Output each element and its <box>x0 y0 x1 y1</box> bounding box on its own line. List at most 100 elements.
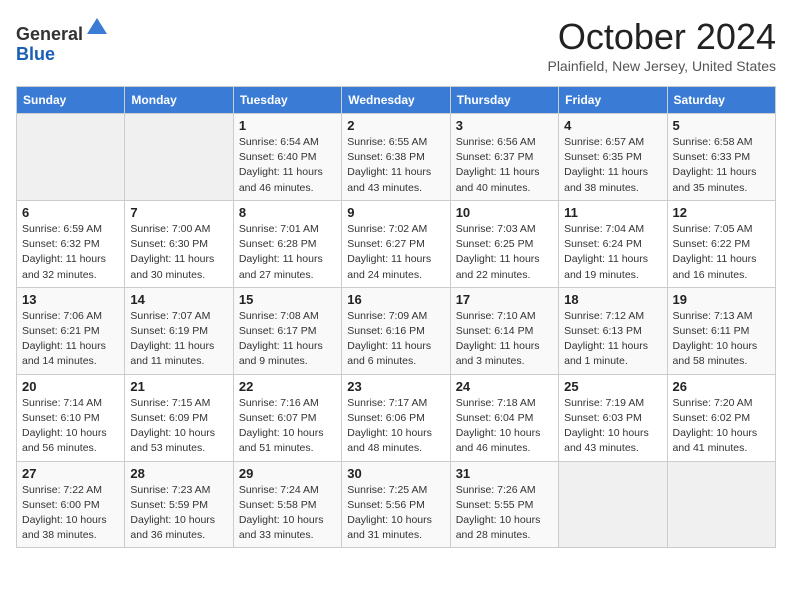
day-number: 27 <box>22 466 119 481</box>
calendar-cell <box>17 114 125 201</box>
calendar-cell: 9 Sunrise: 7:02 AM Sunset: 6:27 PM Daylig… <box>342 200 450 287</box>
calendar-cell: 21 Sunrise: 7:15 AM Sunset: 6:09 PM Dayli… <box>125 374 233 461</box>
calendar-cell: 14Sunrise: 7:07 AM Sunset: 6:19 PM Dayli… <box>125 287 233 374</box>
day-info: Sunrise: 7:12 AM Sunset: 6:13 PM Dayligh… <box>564 309 661 370</box>
calendar-cell: 23Sunrise: 7:17 AM Sunset: 6:06 PM Dayli… <box>342 374 450 461</box>
logo-text-general: General <box>16 24 83 44</box>
calendar-cell: 11 Sunrise: 7:04 AM Sunset: 6:24 PM Dayli… <box>559 200 667 287</box>
day-number: 6 <box>22 205 119 220</box>
calendar-cell: 25 Sunrise: 7:19 AM Sunset: 6:03 PM Dayli… <box>559 374 667 461</box>
day-number: 25 <box>564 379 661 394</box>
calendar-week-row: 13 Sunrise: 7:06 AM Sunset: 6:21 PM Dayli… <box>17 287 776 374</box>
day-number: 2 <box>347 118 444 133</box>
calendar-cell: 17 Sunrise: 7:10 AM Sunset: 6:14 PM Dayli… <box>450 287 558 374</box>
calendar-cell: 26 Sunrise: 7:20 AM Sunset: 6:02 PM Dayli… <box>667 374 775 461</box>
calendar-cell: 18 Sunrise: 7:12 AM Sunset: 6:13 PM Dayli… <box>559 287 667 374</box>
month-title: October 2024 <box>547 16 776 58</box>
day-info: Sunrise: 7:17 AM Sunset: 6:06 PM Dayligh… <box>347 396 444 457</box>
calendar-header-row: SundayMondayTuesdayWednesdayThursdayFrid… <box>17 87 776 114</box>
day-number: 12 <box>673 205 770 220</box>
day-info: Sunrise: 7:22 AM Sunset: 6:00 PM Dayligh… <box>22 483 119 544</box>
day-number: 16 <box>347 292 444 307</box>
day-number: 5 <box>673 118 770 133</box>
calendar-cell: 6 Sunrise: 6:59 AM Sunset: 6:32 PM Daylig… <box>17 200 125 287</box>
day-info: Sunrise: 7:04 AM Sunset: 6:24 PM Dayligh… <box>564 222 661 283</box>
day-number: 3 <box>456 118 553 133</box>
calendar-cell <box>559 461 667 548</box>
day-info: Sunrise: 7:23 AM Sunset: 5:59 PM Dayligh… <box>130 483 227 544</box>
day-info: Sunrise: 7:13 AM Sunset: 6:11 PM Dayligh… <box>673 309 770 370</box>
day-info: Sunrise: 6:58 AM Sunset: 6:33 PM Dayligh… <box>673 135 770 196</box>
day-info: Sunrise: 7:18 AM Sunset: 6:04 PM Dayligh… <box>456 396 553 457</box>
day-info: Sunrise: 6:55 AM Sunset: 6:38 PM Dayligh… <box>347 135 444 196</box>
day-info: Sunrise: 7:16 AM Sunset: 6:07 PM Dayligh… <box>239 396 336 457</box>
day-info: Sunrise: 7:07 AM Sunset: 6:19 PM Dayligh… <box>130 309 227 370</box>
day-info: Sunrise: 7:20 AM Sunset: 6:02 PM Dayligh… <box>673 396 770 457</box>
calendar-cell <box>125 114 233 201</box>
day-number: 15 <box>239 292 336 307</box>
calendar-week-row: 1 Sunrise: 6:54 AM Sunset: 6:40 PM Daylig… <box>17 114 776 201</box>
day-number: 28 <box>130 466 227 481</box>
calendar-body: 1 Sunrise: 6:54 AM Sunset: 6:40 PM Daylig… <box>17 114 776 548</box>
day-number: 10 <box>456 205 553 220</box>
day-of-week-header: Saturday <box>667 87 775 114</box>
calendar-table: SundayMondayTuesdayWednesdayThursdayFrid… <box>16 86 776 548</box>
calendar-cell: 3 Sunrise: 6:56 AM Sunset: 6:37 PM Daylig… <box>450 114 558 201</box>
day-number: 21 <box>130 379 227 394</box>
day-info: Sunrise: 7:24 AM Sunset: 5:58 PM Dayligh… <box>239 483 336 544</box>
calendar-cell: 5 Sunrise: 6:58 AM Sunset: 6:33 PM Daylig… <box>667 114 775 201</box>
calendar-cell: 28 Sunrise: 7:23 AM Sunset: 5:59 PM Dayli… <box>125 461 233 548</box>
day-number: 29 <box>239 466 336 481</box>
title-area: October 2024 Plainfield, New Jersey, Uni… <box>547 16 776 74</box>
day-of-week-header: Friday <box>559 87 667 114</box>
day-info: Sunrise: 6:59 AM Sunset: 6:32 PM Dayligh… <box>22 222 119 283</box>
calendar-cell: 29 Sunrise: 7:24 AM Sunset: 5:58 PM Dayli… <box>233 461 341 548</box>
calendar-cell <box>667 461 775 548</box>
logo-icon <box>85 16 109 40</box>
day-info: Sunrise: 7:02 AM Sunset: 6:27 PM Dayligh… <box>347 222 444 283</box>
calendar-week-row: 27 Sunrise: 7:22 AM Sunset: 6:00 PM Dayli… <box>17 461 776 548</box>
day-number: 4 <box>564 118 661 133</box>
calendar-week-row: 20Sunrise: 7:14 AM Sunset: 6:10 PM Dayli… <box>17 374 776 461</box>
day-of-week-header: Wednesday <box>342 87 450 114</box>
day-info: Sunrise: 7:26 AM Sunset: 5:55 PM Dayligh… <box>456 483 553 544</box>
calendar-week-row: 6 Sunrise: 6:59 AM Sunset: 6:32 PM Daylig… <box>17 200 776 287</box>
day-number: 9 <box>347 205 444 220</box>
day-number: 17 <box>456 292 553 307</box>
day-number: 1 <box>239 118 336 133</box>
day-of-week-header: Thursday <box>450 87 558 114</box>
day-info: Sunrise: 7:15 AM Sunset: 6:09 PM Dayligh… <box>130 396 227 457</box>
day-info: Sunrise: 7:01 AM Sunset: 6:28 PM Dayligh… <box>239 222 336 283</box>
day-number: 22 <box>239 379 336 394</box>
day-info: Sunrise: 7:06 AM Sunset: 6:21 PM Dayligh… <box>22 309 119 370</box>
location-subtitle: Plainfield, New Jersey, United States <box>547 58 776 74</box>
day-info: Sunrise: 7:08 AM Sunset: 6:17 PM Dayligh… <box>239 309 336 370</box>
calendar-cell: 8 Sunrise: 7:01 AM Sunset: 6:28 PM Daylig… <box>233 200 341 287</box>
day-info: Sunrise: 7:00 AM Sunset: 6:30 PM Dayligh… <box>130 222 227 283</box>
calendar-cell: 7 Sunrise: 7:00 AM Sunset: 6:30 PM Daylig… <box>125 200 233 287</box>
day-number: 26 <box>673 379 770 394</box>
day-info: Sunrise: 6:54 AM Sunset: 6:40 PM Dayligh… <box>239 135 336 196</box>
day-number: 19 <box>673 292 770 307</box>
day-of-week-header: Tuesday <box>233 87 341 114</box>
day-number: 8 <box>239 205 336 220</box>
calendar-cell: 13 Sunrise: 7:06 AM Sunset: 6:21 PM Dayli… <box>17 287 125 374</box>
day-info: Sunrise: 7:10 AM Sunset: 6:14 PM Dayligh… <box>456 309 553 370</box>
calendar-cell: 12 Sunrise: 7:05 AM Sunset: 6:22 PM Dayli… <box>667 200 775 287</box>
day-number: 13 <box>22 292 119 307</box>
day-number: 20 <box>22 379 119 394</box>
day-info: Sunrise: 7:05 AM Sunset: 6:22 PM Dayligh… <box>673 222 770 283</box>
day-number: 11 <box>564 205 661 220</box>
page-header: General Blue October 2024 Plainfield, Ne… <box>16 16 776 74</box>
day-number: 18 <box>564 292 661 307</box>
calendar-cell: 2 Sunrise: 6:55 AM Sunset: 6:38 PM Daylig… <box>342 114 450 201</box>
day-info: Sunrise: 6:57 AM Sunset: 6:35 PM Dayligh… <box>564 135 661 196</box>
day-number: 7 <box>130 205 227 220</box>
day-number: 31 <box>456 466 553 481</box>
day-number: 24 <box>456 379 553 394</box>
calendar-cell: 4 Sunrise: 6:57 AM Sunset: 6:35 PM Daylig… <box>559 114 667 201</box>
calendar-cell: 15 Sunrise: 7:08 AM Sunset: 6:17 PM Dayli… <box>233 287 341 374</box>
day-info: Sunrise: 7:03 AM Sunset: 6:25 PM Dayligh… <box>456 222 553 283</box>
day-info: Sunrise: 7:19 AM Sunset: 6:03 PM Dayligh… <box>564 396 661 457</box>
day-info: Sunrise: 6:56 AM Sunset: 6:37 PM Dayligh… <box>456 135 553 196</box>
